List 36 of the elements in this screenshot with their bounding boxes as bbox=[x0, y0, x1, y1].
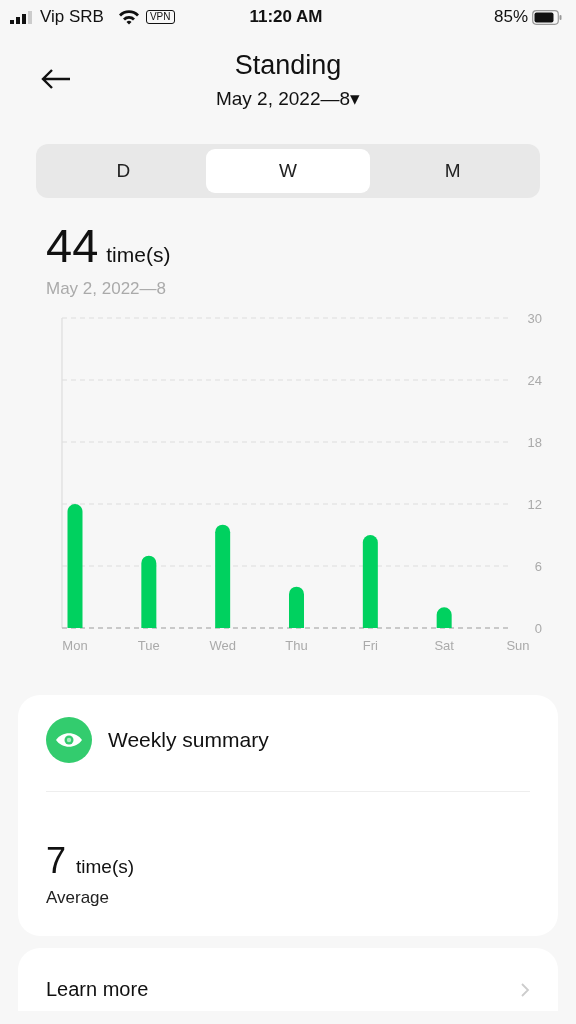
page-title: Standing bbox=[234, 50, 342, 81]
period-tab[interactable]: M bbox=[370, 149, 535, 193]
axis-tick-label: 24 bbox=[527, 373, 542, 388]
status-time: 11:20 AM bbox=[248, 7, 324, 27]
day-label: Tue bbox=[137, 638, 160, 653]
period-tab[interactable]: W bbox=[205, 149, 371, 193]
axis-tick-label: 30 bbox=[527, 311, 542, 326]
day-label: Fri bbox=[362, 638, 378, 653]
axis-tick-label: 0 bbox=[534, 621, 542, 636]
bar bbox=[289, 586, 304, 628]
bar bbox=[436, 607, 452, 628]
axis-tick-label: 18 bbox=[527, 435, 542, 450]
battery-icon bbox=[532, 9, 562, 25]
day-label: Thu bbox=[285, 638, 308, 653]
period-tab[interactable]: D bbox=[41, 149, 206, 193]
axis-tick-label: 12 bbox=[527, 497, 542, 512]
period-dropdown[interactable]: May 2, 2022—8▾ bbox=[215, 87, 361, 110]
average-label: Average bbox=[46, 888, 110, 908]
average-value: 7 bbox=[46, 840, 67, 881]
wifi-icon bbox=[117, 9, 140, 25]
axis-tick-label: 6 bbox=[534, 559, 542, 574]
day-label: Sat bbox=[434, 638, 454, 653]
day-label: Sun bbox=[506, 638, 530, 653]
day-label: Wed bbox=[209, 638, 236, 653]
battery-percent: 85% bbox=[493, 7, 528, 27]
total-value: 44 bbox=[46, 219, 99, 272]
unit-label: time(s) bbox=[76, 856, 135, 877]
day-label: Mon bbox=[62, 638, 88, 653]
date-range: May 2, 2022—8 bbox=[46, 279, 167, 299]
unit-label: time(s) bbox=[106, 243, 171, 266]
signal-icon bbox=[10, 10, 34, 24]
eye-icon bbox=[46, 717, 92, 763]
carrier-name: Vip SRB bbox=[40, 7, 104, 27]
chevron-right-icon bbox=[520, 981, 530, 998]
vpn-badge: VPN bbox=[145, 10, 175, 24]
card-title: Weekly summary bbox=[108, 728, 269, 752]
